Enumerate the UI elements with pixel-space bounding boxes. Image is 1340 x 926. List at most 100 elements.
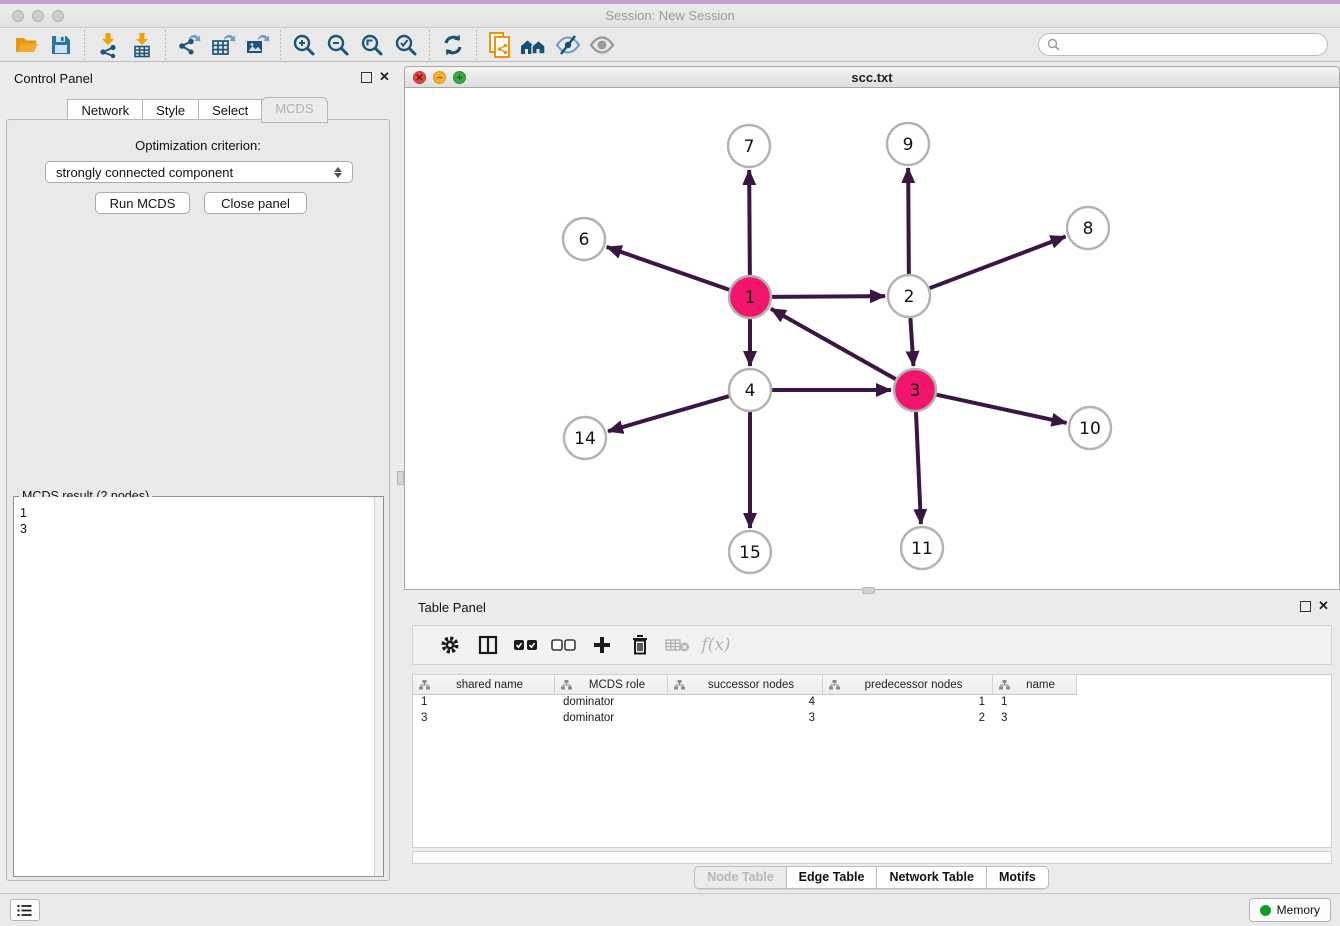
edge-2-9[interactable]: [908, 168, 909, 274]
column-header-successor-nodes[interactable]: successor nodes: [668, 675, 823, 695]
edge-3-10[interactable]: [936, 395, 1066, 423]
tab-mcds[interactable]: MCDS: [261, 97, 327, 123]
memory-label: Memory: [1277, 903, 1320, 917]
table-cell[interactable]: dominator: [555, 711, 668, 727]
zoom-fit-icon[interactable]: [355, 30, 389, 60]
zoom-in-icon[interactable]: [287, 30, 321, 60]
hide-selected-icon[interactable]: [551, 30, 585, 60]
network-window-title: scc.txt: [405, 70, 1339, 85]
duplicate-network-icon[interactable]: [483, 30, 517, 60]
graph-node-1[interactable]: 1: [729, 276, 771, 318]
graph-node-9[interactable]: 9: [887, 123, 929, 165]
control-panel-title: Control Panel: [14, 71, 93, 86]
svg-text:10: 10: [1079, 419, 1101, 439]
import-network-icon[interactable]: [91, 30, 125, 60]
svg-text:2: 2: [904, 287, 915, 307]
edge-4-14[interactable]: [608, 396, 729, 431]
unselect-all-columns-icon[interactable]: [545, 628, 583, 662]
zoom-selected-icon[interactable]: [389, 30, 423, 60]
table-cell[interactable]: 1: [823, 695, 993, 711]
control-panel-float-icon[interactable]: [361, 72, 372, 83]
window-titlebar: Session: New Session: [0, 4, 1340, 28]
network-canvas[interactable]: 7 9 6 8 1 2 4 3 14 10 15 11: [404, 88, 1340, 590]
mcds-result-scrollbar[interactable]: [374, 497, 383, 876]
mcds-result-list[interactable]: 13: [14, 497, 374, 876]
tab-network-table[interactable]: Network Table: [876, 866, 987, 889]
table-panel-float-icon[interactable]: [1300, 601, 1311, 612]
delete-table-icon[interactable]: [659, 628, 697, 662]
table-cell[interactable]: 2: [823, 711, 993, 727]
toolbar-search[interactable]: [1038, 33, 1328, 56]
graph-node-11[interactable]: 11: [901, 527, 943, 569]
edge-2-8[interactable]: [930, 237, 1066, 289]
edge-3-11[interactable]: [916, 412, 921, 524]
export-network-icon[interactable]: [172, 30, 206, 60]
network-window-titlebar[interactable]: ✕ − + scc.txt: [404, 66, 1340, 88]
column-header-shared-name[interactable]: shared name: [413, 675, 555, 695]
svg-text:8: 8: [1083, 219, 1094, 239]
edge-2-3[interactable]: [910, 318, 913, 366]
table-row[interactable]: 1dominator411: [413, 695, 1331, 711]
memory-button[interactable]: Memory: [1249, 898, 1331, 922]
export-table-icon[interactable]: [206, 30, 240, 60]
control-panel-close-icon[interactable]: ✕: [379, 69, 390, 85]
run-mcds-button[interactable]: Run MCDS: [95, 192, 190, 214]
table-cell[interactable]: 3: [993, 711, 1077, 727]
edge-1-7[interactable]: [749, 170, 750, 275]
column-layout-icon[interactable]: [469, 628, 507, 662]
task-history-button[interactable]: [10, 899, 40, 921]
save-session-icon[interactable]: [44, 30, 78, 60]
table-panel-close-icon[interactable]: ✕: [1318, 598, 1329, 614]
table-horizontal-scrollbar[interactable]: [412, 851, 1332, 864]
toolbar-separator: [280, 30, 281, 60]
table-cell[interactable]: 1: [413, 695, 555, 711]
column-header-predecessor-nodes[interactable]: predecessor nodes: [823, 675, 993, 695]
graph-node-8[interactable]: 8: [1067, 207, 1109, 249]
search-input[interactable]: [1060, 38, 1319, 52]
table-cell[interactable]: 3: [413, 711, 555, 727]
zoom-out-icon[interactable]: [321, 30, 355, 60]
graph-node-10[interactable]: 10: [1069, 407, 1111, 449]
edge-1-2[interactable]: [772, 296, 885, 297]
delete-column-icon[interactable]: [621, 628, 659, 662]
table-row[interactable]: 3dominator323: [413, 711, 1331, 727]
tab-edge-table[interactable]: Edge Table: [786, 866, 878, 889]
graph-node-14[interactable]: 14: [564, 417, 606, 459]
graph-node-3[interactable]: 3: [894, 369, 936, 411]
show-all-icon[interactable]: [585, 30, 619, 60]
column-header-name[interactable]: name: [993, 675, 1077, 695]
panel-splitter-grip[interactable]: [397, 471, 404, 485]
close-panel-button[interactable]: Close panel: [204, 192, 307, 214]
table-cell[interactable]: 1: [993, 695, 1077, 711]
first-neighbors-icon[interactable]: [517, 30, 551, 60]
add-column-icon[interactable]: [583, 628, 621, 662]
table-cell[interactable]: dominator: [555, 695, 668, 711]
edge-3-1[interactable]: [771, 309, 896, 379]
node-table[interactable]: shared nameMCDS rolesuccessor nodesprede…: [412, 674, 1332, 848]
graph-node-6[interactable]: 6: [563, 218, 605, 260]
table-settings-icon[interactable]: [431, 628, 469, 662]
tab-motifs[interactable]: Motifs: [986, 866, 1049, 889]
graph-node-15[interactable]: 15: [729, 531, 771, 573]
open-session-icon[interactable]: [10, 30, 44, 60]
graph-node-2[interactable]: 2: [888, 275, 930, 317]
tab-node-table[interactable]: Node Table: [694, 866, 786, 889]
select-all-columns-icon[interactable]: [507, 628, 545, 662]
graph-node-4[interactable]: 4: [729, 369, 771, 411]
svg-text:6: 6: [579, 230, 590, 250]
optimization-criterion-dropdown[interactable]: strongly connected component: [45, 161, 353, 183]
table-panel-tabs: Node TableEdge TableNetwork TableMotifs: [404, 866, 1340, 889]
network-splitter-grip[interactable]: [862, 587, 875, 594]
column-header-MCDS-role[interactable]: MCDS role: [555, 675, 668, 695]
svg-text:3: 3: [910, 381, 921, 401]
table-cell[interactable]: 3: [668, 711, 823, 727]
svg-text:11: 11: [911, 539, 933, 559]
import-table-icon[interactable]: [125, 30, 159, 60]
control-panel-header: Control Panel ✕: [0, 66, 396, 92]
table-cell[interactable]: 4: [668, 695, 823, 711]
function-builder-icon[interactable]: f(x): [697, 628, 735, 662]
refresh-layout-icon[interactable]: [436, 30, 470, 60]
graph-node-7[interactable]: 7: [728, 125, 770, 167]
edge-1-6[interactable]: [607, 247, 730, 290]
export-image-icon[interactable]: [240, 30, 274, 60]
